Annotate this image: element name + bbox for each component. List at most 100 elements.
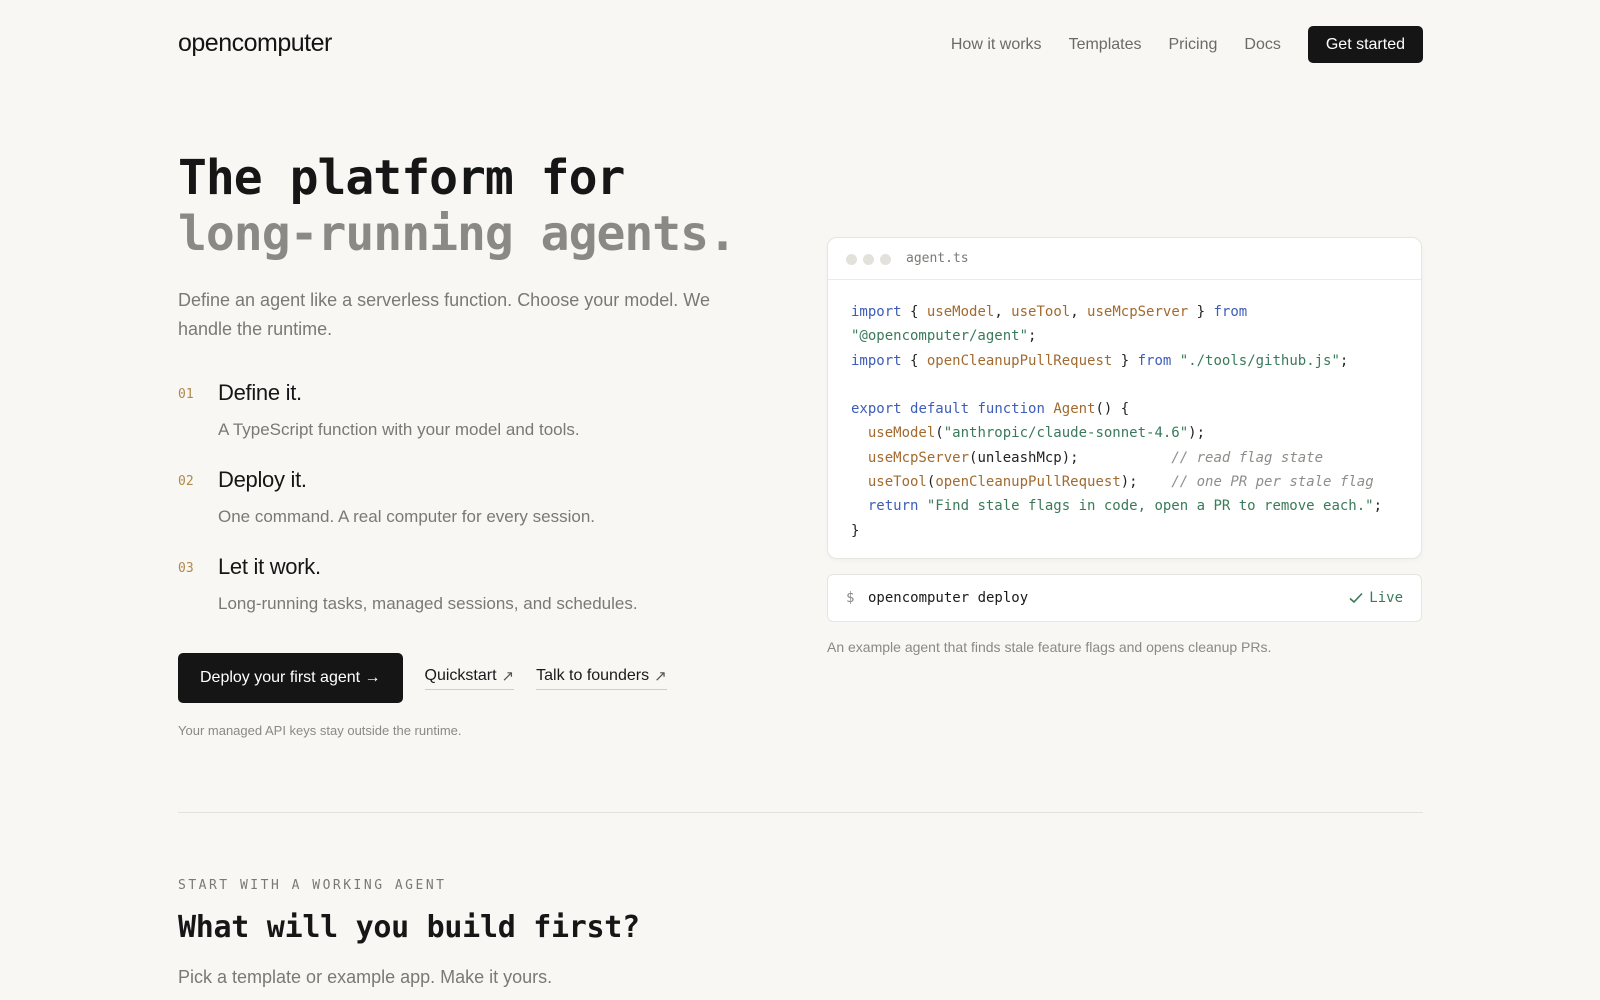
step-number: 01 [178,387,194,402]
code-token: ; [1373,498,1383,515]
code-line: "@opencomputer/agent"; [851,324,1382,348]
code-filename: agent.ts [906,251,969,266]
code-token: import [851,352,902,369]
top-nav: opencomputer How it works Templates Pric… [178,26,1423,63]
talk-to-founders-link[interactable]: Talk to founders ↗ [536,667,667,690]
hero-cta-row: Deploy your first agent → Quickstart ↗ T… [178,653,689,703]
code-token: // one PR per stale flag [1171,474,1374,491]
code-token: Agent [1053,401,1096,418]
logo[interactable]: opencomputer [178,29,332,58]
code-line: export default function Agent() { [851,397,1382,421]
step-description: Long-running tasks, managed sessions, an… [218,594,638,613]
code-token: , [1070,304,1088,320]
code-line: useModel("anthropic/claude-sonnet-4.6"); [851,421,1382,445]
code-token: useMcpServer [867,449,970,466]
deploy-first-agent-button[interactable]: Deploy your first agent → [178,653,403,703]
code-token: , [994,304,1012,320]
api-keys-note: Your managed API keys stay outside the r… [178,723,462,738]
step-item: 03 Let it work. Long-running tasks, mana… [178,554,738,641]
code-token: } [1112,352,1138,369]
step-title: Deploy it. [218,467,307,492]
step-item: 01 Define it. A TypeScript function with… [178,380,738,467]
deploy-command: opencomputer deploy [868,590,1029,606]
step-number: 02 [178,474,194,489]
step-description: A TypeScript function with your model an… [218,420,580,439]
quickstart-link[interactable]: Quickstart ↗ [424,666,515,690]
code-token: "@opencomputer/agent" [851,328,1029,345]
code-token: function [977,401,1045,418]
code-editor-header: agent.ts [828,238,1421,280]
window-dot-icon [880,254,891,265]
code-editor-card: agent.ts import { useModel, useTool, use… [827,237,1422,559]
nav-link-docs[interactable]: Docs [1244,36,1280,54]
code-token: } [851,522,860,539]
code-token: return [867,498,919,515]
code-token: from [1213,304,1248,320]
code-token: export [851,401,902,418]
code-token: "./tools/github.js" [1179,352,1340,369]
nav-link-pricing[interactable]: Pricing [1168,36,1217,54]
hero-subtitle: Define an agent like a serverless functi… [178,290,710,339]
get-started-button[interactable]: Get started [1307,26,1423,63]
section-divider [178,812,1423,813]
nav-link-how-it-works[interactable]: How it works [951,36,1042,54]
code-line: import { useModel, useTool, useMcpServer… [851,300,1382,324]
code-line: return "Find stale flags in code, open a… [851,494,1382,518]
section-title: What will you build first? [178,910,640,945]
step-title: Let it work. [218,554,321,579]
code-line: useTool(openCleanupPullRequest); // one … [851,470,1382,494]
code-token: ; [1028,328,1037,345]
code-token: ; [1339,352,1349,369]
code-token: import [851,304,902,320]
shell-prompt: $ [846,590,855,606]
deploy-status: Live [1349,590,1403,606]
window-dot-icon [863,254,874,265]
code-line: useMcpServer(unleashMcp); // read flag s… [851,446,1382,470]
code-token: (unleashMcp); [969,449,1172,466]
step-description: One command. A real computer for every s… [218,507,596,526]
code-token: useMcpServer [1087,304,1189,320]
hero-title: The platform for long-running agents. [178,150,737,262]
code-token: () { [1095,401,1130,418]
code-token: // read flag state [1171,449,1324,466]
step-title: Define it. [218,380,302,405]
code-token: openCleanupPullRequest [926,352,1113,369]
step-item: 02 Deploy it. One command. A real comput… [178,467,738,554]
deploy-status-label: Live [1369,590,1403,606]
code-token: useTool [867,474,927,491]
external-arrow-icon: ↗ [654,667,667,685]
nav-links: How it works Templates Pricing Docs Get … [951,26,1423,63]
code-token: "Find stale flags in code, open a PR to … [926,498,1374,515]
code-block: import { useModel, useTool, useMcpServer… [851,300,1382,543]
code-token: { [901,352,927,369]
code-token: useModel [926,304,995,320]
code-token: useTool [1011,304,1071,320]
hero-title-line-2: long-running agents. [178,206,737,262]
code-line: import { openCleanupPullRequest } from "… [851,349,1382,373]
window-dot-icon [846,254,857,265]
section-eyebrow: START WITH A WORKING AGENT [178,878,447,893]
code-token: "anthropic/claude-sonnet-4.6" [943,425,1189,442]
section-subtitle: Pick a template or example app. Make it … [178,967,553,987]
code-token: ); [1120,474,1172,491]
talk-to-founders-link-label: Talk to founders [536,666,650,684]
step-number: 03 [178,561,194,576]
external-arrow-icon: ↗ [501,667,515,685]
check-icon [1349,592,1363,604]
code-token: ); [1188,425,1206,442]
nav-link-templates[interactable]: Templates [1069,36,1142,54]
quickstart-link-label: Quickstart [424,666,497,684]
steps-list: 01 Define it. A TypeScript function with… [178,380,738,641]
code-token: from [1137,352,1172,369]
code-caption: An example agent that finds stale featur… [827,639,1272,655]
code-token: default [910,401,970,418]
code-token: ( [935,425,944,442]
code-line: } [851,519,1382,543]
